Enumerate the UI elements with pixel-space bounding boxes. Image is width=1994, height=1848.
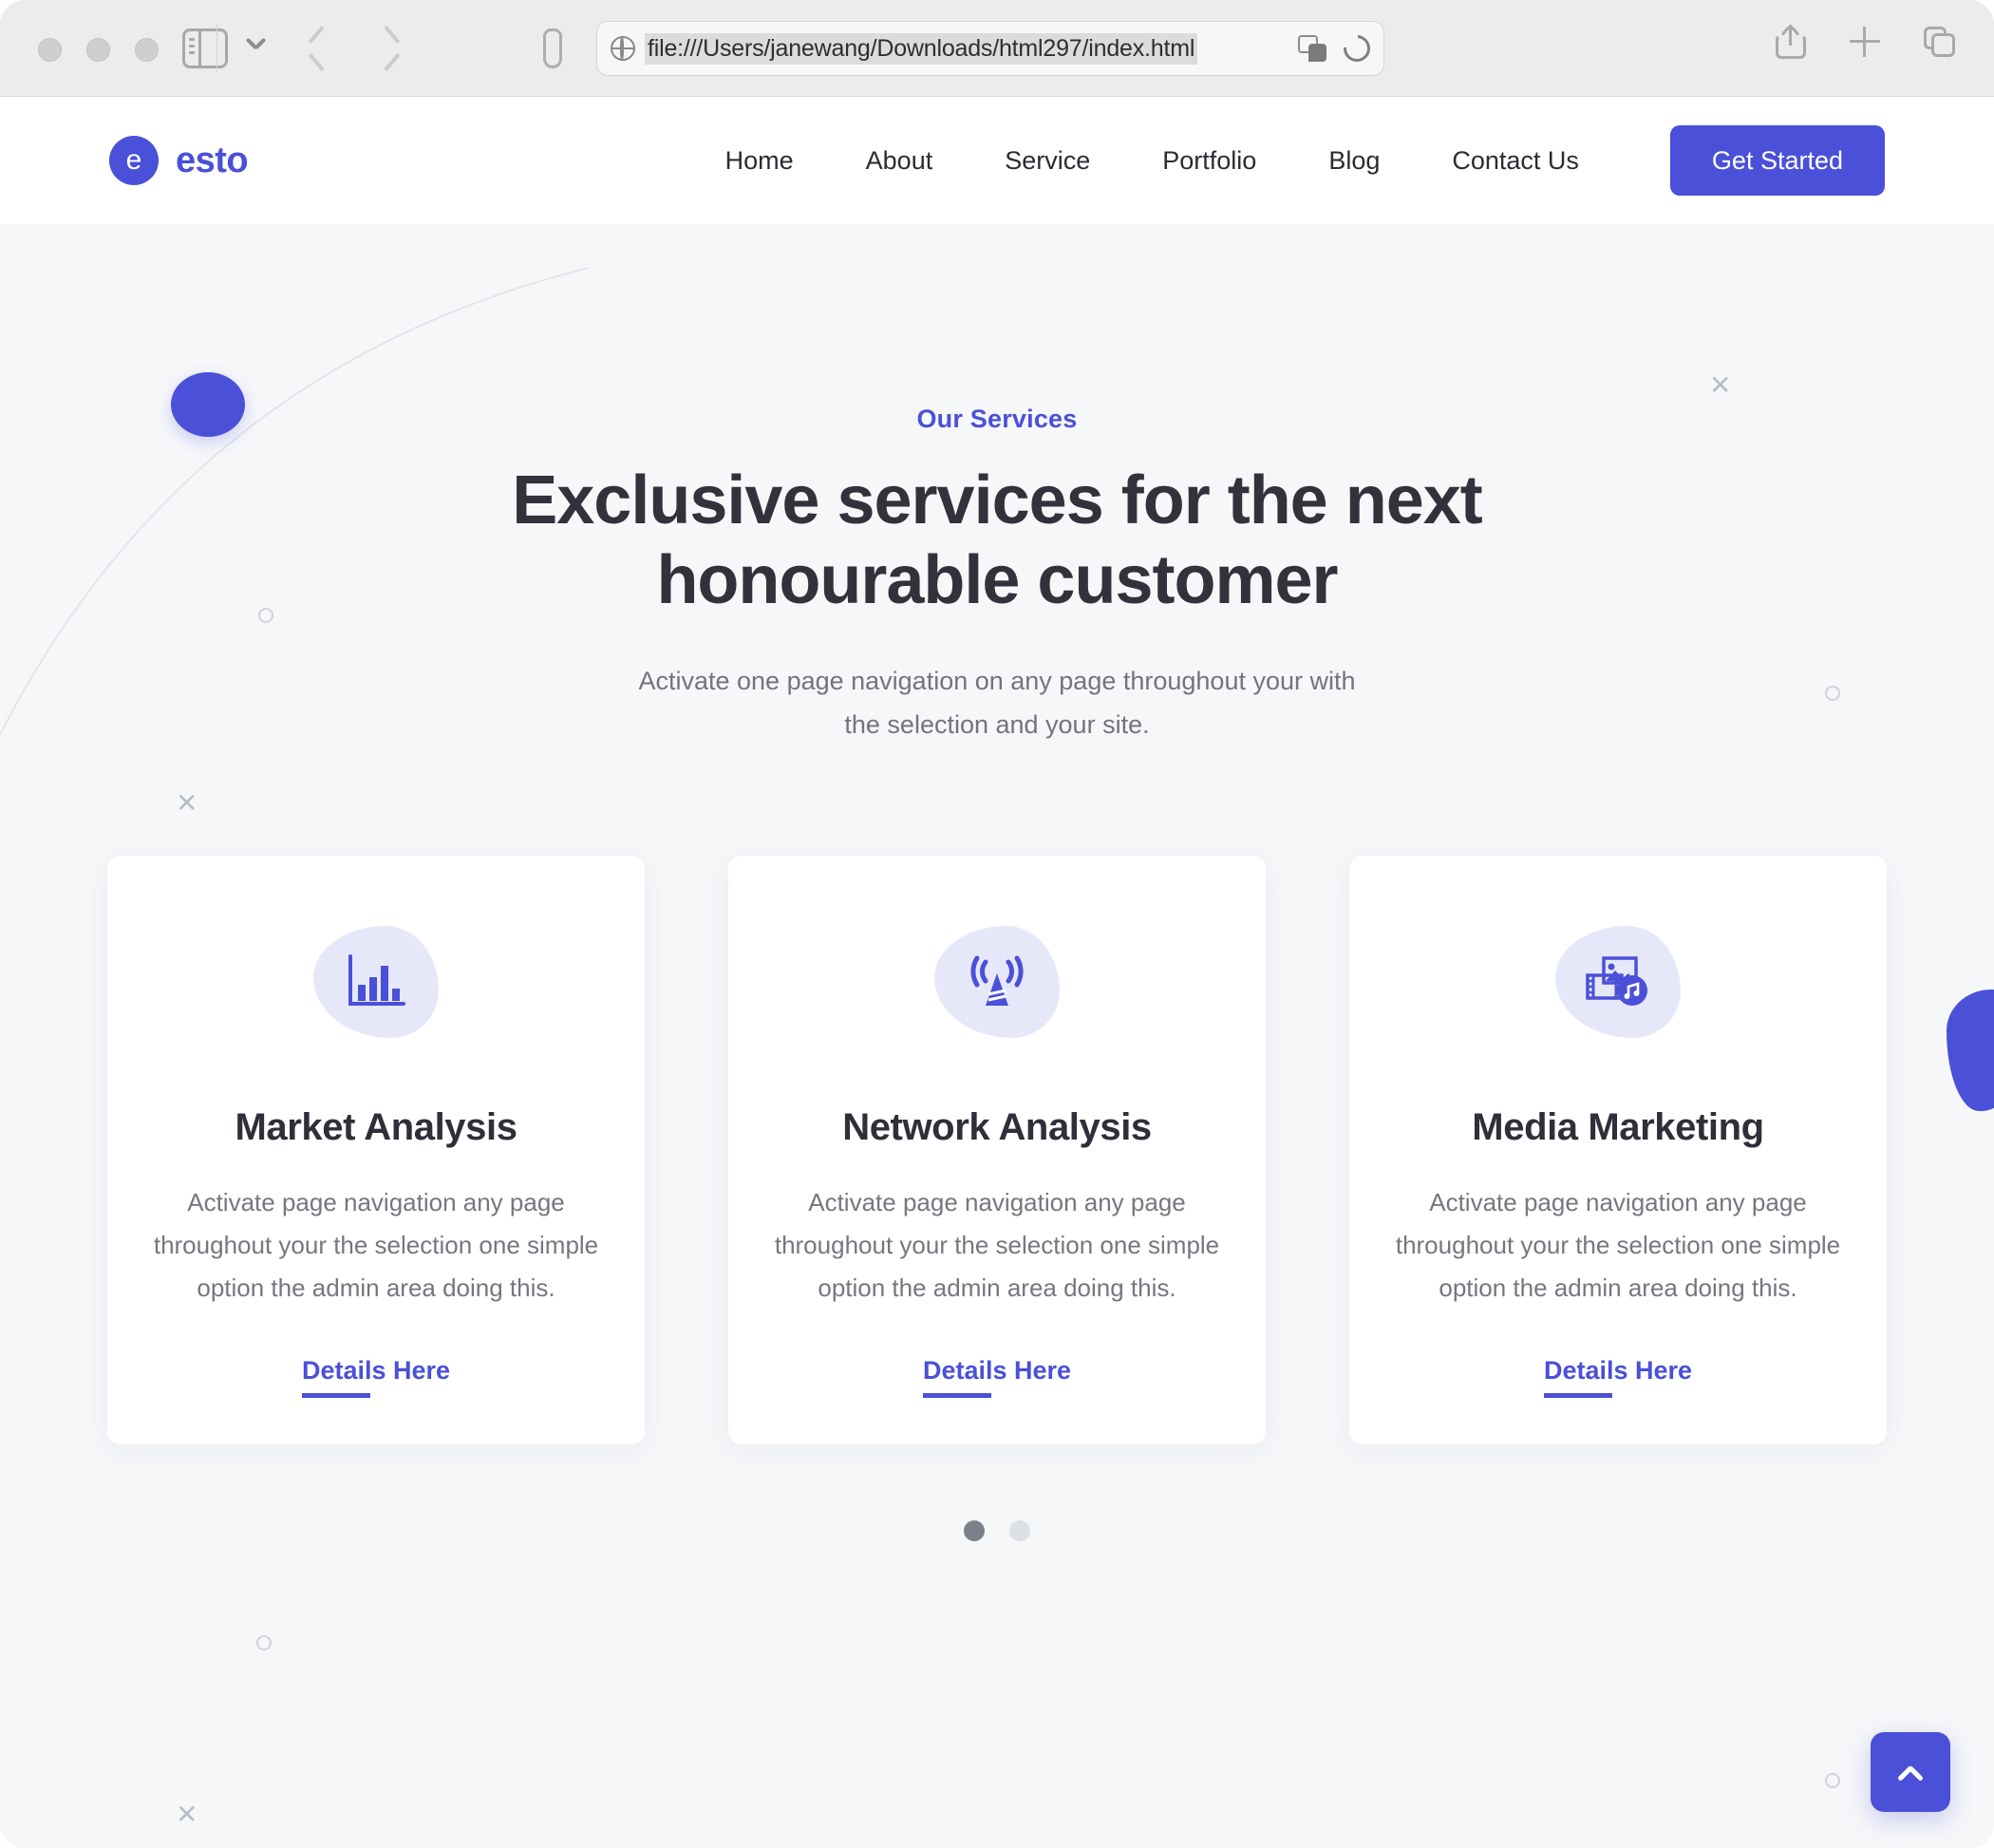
nav-item-home[interactable]: Home bbox=[689, 146, 830, 176]
hero-subtitle: Activate one page navigation on any page… bbox=[638, 667, 1356, 739]
close-button[interactable] bbox=[38, 38, 62, 62]
toolbar-right-actions bbox=[1776, 25, 1956, 59]
service-card-title: Market Analysis bbox=[235, 1106, 517, 1149]
service-card-body: Activate page navigation any page throug… bbox=[774, 1188, 1220, 1302]
nav-item-service[interactable]: Service bbox=[969, 146, 1126, 176]
browser-window: file:///Users/janewang/Downloads/html297… bbox=[0, 0, 1994, 1848]
service-card-market-analysis[interactable]: Market Analysis Activate page navigation… bbox=[107, 856, 645, 1445]
nav-item-about[interactable]: About bbox=[830, 146, 969, 176]
toolbar-divider bbox=[216, 25, 217, 72]
carousel-pagination bbox=[0, 1520, 1994, 1542]
address-bar[interactable]: file:///Users/janewang/Downloads/html297… bbox=[596, 21, 1384, 76]
nav-item-contact-us[interactable]: Contact Us bbox=[1416, 146, 1615, 176]
service-card-network-analysis[interactable]: Network Analysis Activate page navigatio… bbox=[728, 856, 1266, 1445]
page-viewport: ✕ ✕ ✕ ✕ e esto Home About Service Portfo… bbox=[0, 97, 1994, 1848]
broadcast-tower-icon bbox=[934, 926, 1060, 1039]
shield-icon[interactable] bbox=[543, 28, 562, 68]
decorative-blob-right bbox=[1947, 990, 1994, 1111]
minimize-button[interactable] bbox=[86, 38, 110, 62]
details-link[interactable]: Details Here bbox=[301, 1356, 450, 1399]
details-link[interactable]: Details Here bbox=[922, 1356, 1071, 1399]
sidebar-icon[interactable] bbox=[182, 28, 228, 68]
carousel-dot-2[interactable] bbox=[1009, 1520, 1030, 1542]
decorative-x-3: ✕ bbox=[176, 1800, 198, 1829]
reload-icon[interactable] bbox=[1338, 29, 1376, 67]
carousel-dot-1[interactable] bbox=[964, 1520, 985, 1542]
section-eyebrow: Our Services bbox=[916, 405, 1078, 433]
nav-item-portfolio[interactable]: Portfolio bbox=[1126, 146, 1292, 176]
globe-icon bbox=[611, 36, 635, 61]
plus-icon[interactable] bbox=[1850, 27, 1880, 57]
translate-icon[interactable] bbox=[1298, 35, 1326, 62]
service-card-body: Activate page navigation any page throug… bbox=[1395, 1188, 1841, 1302]
details-link[interactable]: Details Here bbox=[1543, 1356, 1692, 1399]
services-card-grid: Market Analysis Activate page navigation… bbox=[104, 856, 1890, 1445]
browser-toolbar: file:///Users/janewang/Downloads/html297… bbox=[0, 0, 1994, 97]
site-header: e esto Home About Service Portfolio Blog… bbox=[0, 97, 1994, 224]
chevron-down-icon[interactable] bbox=[245, 38, 268, 61]
service-card-title: Media Marketing bbox=[1472, 1106, 1764, 1149]
bar-chart-icon bbox=[313, 926, 439, 1039]
main-navigation: Home About Service Portfolio Blog Contac… bbox=[689, 125, 1885, 196]
chevron-up-icon bbox=[1896, 1758, 1925, 1786]
scroll-to-top-button[interactable] bbox=[1871, 1732, 1950, 1812]
logo-text: esto bbox=[176, 140, 249, 180]
service-card-title: Network Analysis bbox=[842, 1106, 1152, 1149]
tab-overview-icon[interactable] bbox=[1924, 27, 1956, 57]
nav-item-blog[interactable]: Blog bbox=[1292, 146, 1416, 176]
decorative-ring-2 bbox=[256, 1635, 272, 1650]
service-card-body: Activate page navigation any page throug… bbox=[153, 1188, 599, 1302]
page-title: Exclusive services for the next honourab… bbox=[512, 462, 1483, 619]
forward-arrow-icon[interactable] bbox=[370, 25, 408, 72]
get-started-button[interactable]: Get Started bbox=[1669, 125, 1885, 196]
window-controls bbox=[38, 38, 159, 62]
share-icon[interactable] bbox=[1776, 25, 1806, 59]
decorative-ring-4 bbox=[1825, 1773, 1840, 1788]
logo-mark: e bbox=[109, 136, 159, 185]
url-text[interactable]: file:///Users/janewang/Downloads/html297… bbox=[645, 32, 1198, 65]
hero-section: Our Services Exclusive services for the … bbox=[0, 224, 1994, 746]
service-card-media-marketing[interactable]: Media Marketing Activate page navigation… bbox=[1349, 856, 1887, 1445]
maximize-button[interactable] bbox=[135, 38, 159, 62]
site-logo[interactable]: e esto bbox=[109, 136, 249, 185]
back-arrow-icon[interactable] bbox=[302, 25, 340, 72]
decorative-x-1: ✕ bbox=[176, 788, 198, 818]
media-gallery-icon bbox=[1555, 926, 1681, 1039]
